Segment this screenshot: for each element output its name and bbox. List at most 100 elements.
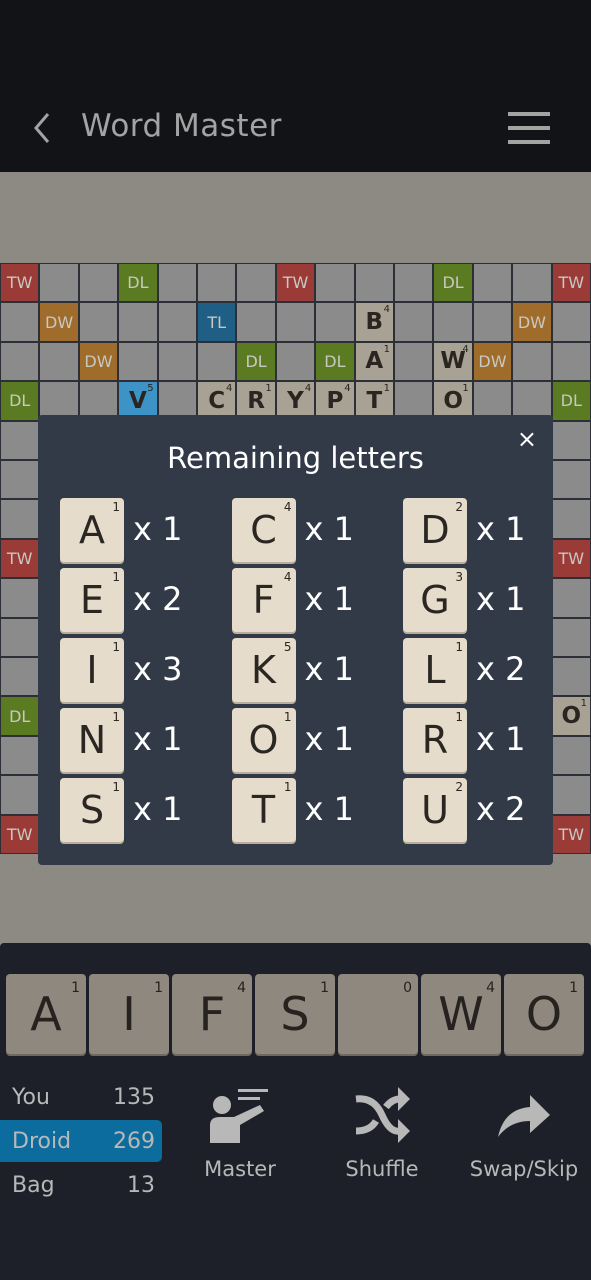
board-square[interactable] [158, 303, 196, 341]
board-square[interactable] [316, 264, 354, 302]
board-square[interactable] [552, 579, 590, 617]
board-square[interactable] [552, 303, 590, 341]
board-square[interactable] [40, 382, 78, 420]
board-square[interactable] [1, 736, 39, 775]
board-square[interactable] [316, 303, 354, 341]
board-square[interactable] [395, 382, 433, 420]
premium-square-tw[interactable]: TW [1, 539, 39, 578]
premium-square-tw[interactable]: TW [1, 815, 39, 853]
board-square[interactable] [513, 342, 551, 381]
board-square[interactable] [552, 342, 590, 381]
board-square[interactable] [198, 264, 236, 302]
master-button[interactable]: Master [170, 1085, 310, 1181]
premium-square-dw[interactable]: DW [79, 342, 118, 381]
board-square[interactable] [1, 579, 39, 617]
premium-square-dw[interactable]: DW [473, 342, 512, 381]
board-square[interactable] [552, 776, 590, 814]
premium-square-tw[interactable]: TW [552, 539, 590, 578]
premium-square-tl[interactable]: TL [198, 303, 236, 341]
board-square[interactable] [1, 776, 39, 814]
board-square[interactable] [237, 303, 275, 341]
board-tile[interactable]: T1 [355, 382, 393, 420]
premium-square-tw[interactable]: TW [552, 815, 590, 853]
board-square[interactable] [552, 421, 590, 459]
premium-square-tw[interactable]: TW [552, 264, 590, 302]
board-square[interactable] [158, 342, 196, 381]
board-square[interactable] [1, 342, 39, 381]
board-square[interactable] [552, 736, 590, 775]
board-square[interactable] [1, 421, 39, 459]
board-square[interactable] [237, 264, 275, 302]
board-square[interactable] [79, 303, 118, 341]
board-tile[interactable]: O1 [434, 382, 472, 420]
premium-square-tw[interactable]: TW [1, 264, 39, 302]
board-square[interactable] [473, 264, 512, 302]
premium-square-dl[interactable]: DL [1, 382, 39, 420]
premium-square-dl[interactable]: DL [552, 382, 590, 420]
board-square[interactable] [395, 342, 433, 381]
board-square[interactable] [513, 264, 551, 302]
board-square[interactable] [552, 618, 590, 656]
board-tile[interactable]: O1 [552, 697, 590, 735]
premium-square-dl[interactable]: DL [119, 264, 157, 302]
board-square[interactable] [552, 461, 590, 499]
board-tile[interactable]: W4 [434, 342, 472, 381]
board-square[interactable] [473, 303, 512, 341]
board-square[interactable] [158, 264, 196, 302]
premium-square-dl[interactable]: DL [237, 342, 275, 381]
board-square[interactable] [79, 264, 118, 302]
board-tile[interactable]: C4 [198, 382, 236, 420]
board-tile[interactable]: Y4 [276, 382, 315, 420]
rack-tile[interactable]: F4 [172, 974, 252, 1054]
board-square[interactable] [198, 342, 236, 381]
board-tile[interactable]: V5 [119, 382, 157, 420]
board-square[interactable] [355, 264, 393, 302]
board-tile[interactable]: P4 [316, 382, 354, 420]
swap-skip-button[interactable]: Swap/Skip [454, 1085, 591, 1181]
board-square[interactable] [473, 382, 512, 420]
board-square[interactable] [1, 303, 39, 341]
board-square[interactable] [395, 303, 433, 341]
board-square[interactable] [513, 382, 551, 420]
premium-square-dl[interactable]: DL [316, 342, 354, 381]
rack-tile[interactable]: A1 [6, 974, 86, 1054]
premium-square-dl[interactable]: DL [434, 264, 472, 302]
letter-count: x 2 [476, 790, 526, 828]
board-tile[interactable]: A1 [355, 342, 393, 381]
tile-value: 4 [226, 383, 233, 395]
premium-square-dw[interactable]: DW [513, 303, 551, 341]
rack-tile[interactable]: S1 [255, 974, 335, 1054]
board-square[interactable] [79, 382, 118, 420]
board-square[interactable] [1, 658, 39, 696]
board-square[interactable] [552, 500, 590, 538]
board-square[interactable] [119, 303, 157, 341]
chevron-left-icon[interactable] [28, 108, 58, 148]
board-square[interactable] [276, 342, 315, 381]
rack-tile[interactable]: I1 [89, 974, 169, 1054]
moon-icon[interactable] [430, 108, 474, 148]
rack-tile[interactable]: O1 [504, 974, 584, 1054]
board-tile[interactable]: B4 [355, 303, 393, 341]
board-square[interactable] [1, 500, 39, 538]
tile-value: 1 [112, 640, 120, 654]
board-square[interactable] [158, 382, 196, 420]
close-icon[interactable]: × [517, 425, 537, 453]
premium-square-tw[interactable]: TW [276, 264, 315, 302]
board-square[interactable] [276, 303, 315, 341]
board-square[interactable] [40, 342, 78, 381]
premium-square-dw[interactable]: DW [40, 303, 78, 341]
hamburger-menu-icon[interactable] [506, 110, 552, 146]
rack-tile[interactable]: 0 [338, 974, 418, 1054]
board-square[interactable] [40, 264, 78, 302]
board-square[interactable] [552, 658, 590, 696]
board-tile[interactable]: R1 [237, 382, 275, 420]
premium-square-dl[interactable]: DL [1, 697, 39, 735]
shuffle-button[interactable]: Shuffle [312, 1085, 452, 1181]
board-square[interactable] [119, 342, 157, 381]
board-square[interactable] [1, 618, 39, 656]
letter-tile: T1 [231, 778, 296, 842]
board-square[interactable] [434, 303, 472, 341]
board-square[interactable] [1, 461, 39, 499]
rack-tile[interactable]: W4 [421, 974, 501, 1054]
board-square[interactable] [395, 264, 433, 302]
